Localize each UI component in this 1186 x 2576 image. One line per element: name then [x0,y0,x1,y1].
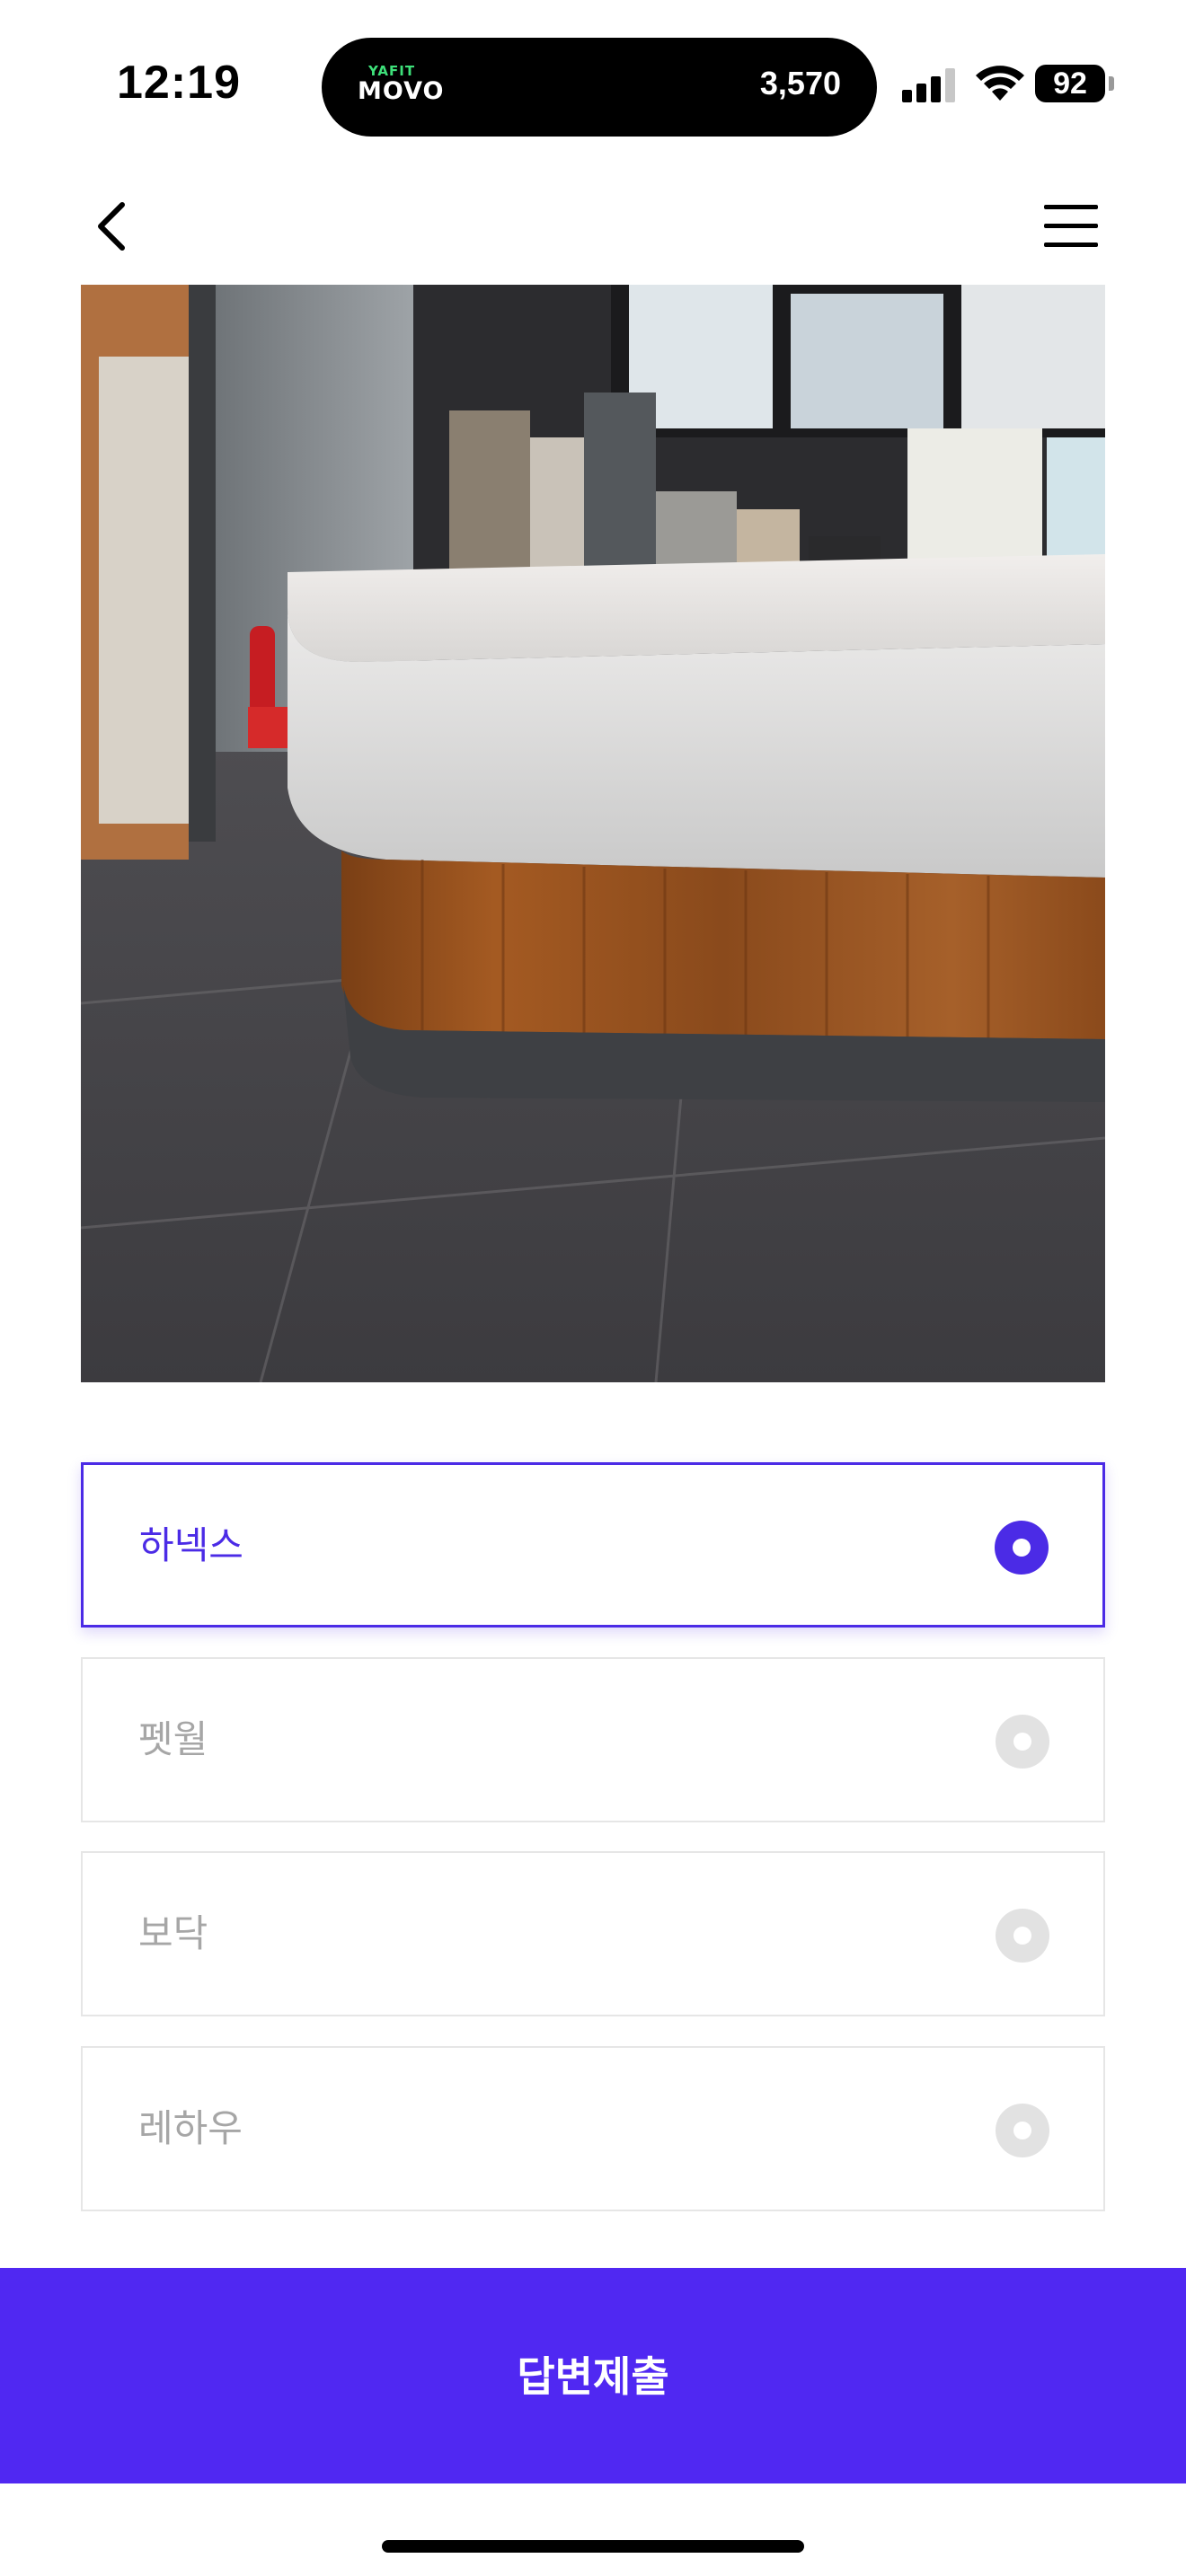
option-label: 레하우 [138,2106,243,2150]
back-button[interactable] [84,190,147,262]
radio-unselected-icon[interactable] [996,1909,1049,1963]
radio-selected-icon[interactable] [995,1521,1049,1575]
option-item-1[interactable]: 하넥스 [81,1462,1105,1628]
battery-icon: 92 [1035,65,1105,102]
radio-dot [1013,1539,1031,1557]
logo-brand-main: MOVO [358,77,445,105]
question-photo [81,285,1105,1382]
step-count: 3,570 [759,65,841,101]
dynamic-island[interactable]: YAFIT MOVO 3,570 [322,38,877,137]
home-indicator[interactable] [382,2540,804,2553]
app-logo: YAFIT MOVO [358,63,443,117]
submit-answer-button[interactable]: 답변제출 [0,2268,1186,2483]
option-label: 보닥 [138,1911,208,1955]
battery-nub [1109,76,1114,91]
option-item-3[interactable]: 보닥 [81,1851,1105,2016]
cafe-counter-illustration [81,285,1105,1382]
chevron-left-icon [98,202,125,251]
radio-unselected-icon[interactable] [996,1715,1049,1769]
radio-dot [1013,2122,1031,2139]
battery-level: 92 [1053,66,1087,101]
radio-dot [1013,1733,1031,1751]
menu-button[interactable] [1040,199,1102,253]
cellular-signal-icon [902,68,955,102]
option-label: 펫월 [138,1717,208,1761]
option-item-2[interactable]: 펫월 [81,1657,1105,1822]
status-indicators: 92 [898,65,1123,104]
hamburger-menu-icon [1044,205,1098,247]
wifi-icon [976,66,1024,101]
radio-dot [1013,1927,1031,1945]
option-label: 하넥스 [139,1523,243,1567]
option-item-4[interactable]: 레하우 [81,2046,1105,2211]
status-time: 12:19 [117,57,241,109]
radio-unselected-icon[interactable] [996,2104,1049,2157]
